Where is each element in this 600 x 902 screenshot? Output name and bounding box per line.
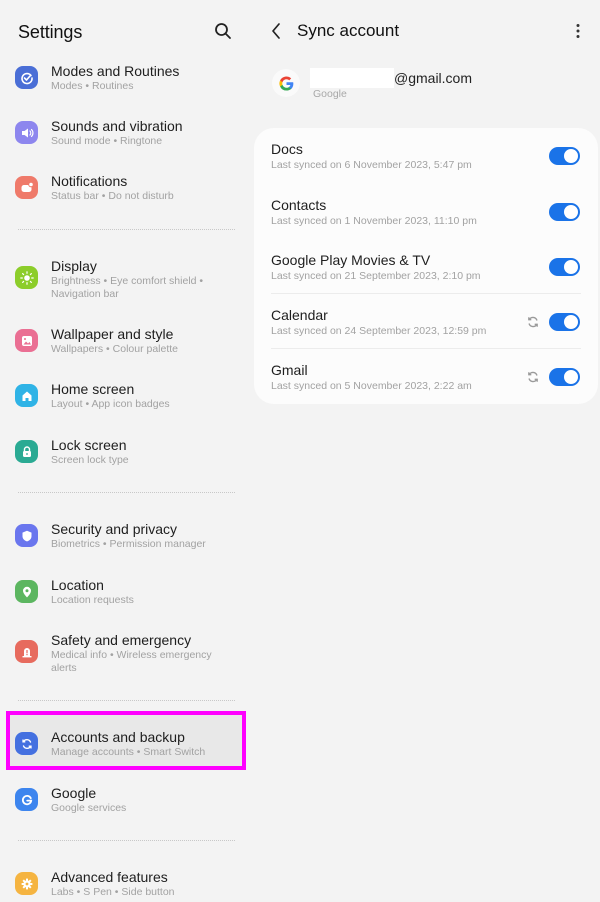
section-divider xyxy=(18,700,235,701)
account-email: @gmail.com xyxy=(394,70,473,86)
settings-header: Settings xyxy=(18,20,238,44)
settings-item-sub: Location requests xyxy=(51,594,134,606)
settings-item-sub: Status bar • Do not disturb xyxy=(51,190,174,202)
settings-item-advanced-features[interactable]: Advanced features Labs • S Pen • Side bu… xyxy=(0,866,250,902)
settings-item-label: Notifications xyxy=(51,173,128,189)
settings-item-wallpaper-and-style[interactable]: Wallpaper and style Wallpapers • Colour … xyxy=(0,323,250,363)
sync-item-name: Calendar xyxy=(271,307,328,323)
email-redaction xyxy=(310,68,394,88)
settings-item-label: Sounds and vibration xyxy=(51,118,183,134)
sync-toggle[interactable] xyxy=(549,203,580,221)
sync-now-icon[interactable] xyxy=(526,315,540,329)
sun-icon xyxy=(15,266,38,289)
sync-item-docs[interactable]: Docs Last synced on 6 November 2023, 5:4… xyxy=(254,128,598,183)
settings-item-sub: Modes • Routines xyxy=(51,80,134,92)
sync-item-last-synced: Last synced on 1 November 2023, 11:10 pm xyxy=(271,215,477,227)
settings-item-label: Home screen xyxy=(51,381,135,397)
settings-item-label: Accounts and backup xyxy=(51,729,185,745)
settings-item-lock-screen[interactable]: Lock screen Screen lock type xyxy=(0,434,250,474)
settings-item-label: Location xyxy=(51,577,104,593)
settings-item-sub: Manage accounts • Smart Switch xyxy=(51,746,206,758)
settings-item-safety-and-emergency[interactable]: Safety and emergency Medical info • Wire… xyxy=(0,629,250,677)
back-chevron-icon[interactable] xyxy=(268,20,286,42)
settings-item-display[interactable]: Display Brightness • Eye comfort shield … xyxy=(0,255,250,303)
settings-item-label: Safety and emergency xyxy=(51,632,192,648)
toggle-knob xyxy=(563,259,579,275)
sync-now-icon[interactable] xyxy=(526,370,540,384)
account-type: Google xyxy=(313,88,347,100)
home-icon xyxy=(15,384,38,407)
settings-item-notifications[interactable]: Notifications Status bar • Do not distur… xyxy=(0,170,250,210)
sync-item-calendar[interactable]: Calendar Last synced on 24 September 202… xyxy=(254,294,598,349)
settings-item-security-and-privacy[interactable]: Security and privacy Biometrics • Permis… xyxy=(0,518,250,558)
sync-item-name: Docs xyxy=(271,141,303,157)
sync-items-card: Docs Last synced on 6 November 2023, 5:4… xyxy=(254,128,598,404)
settings-item-label: Modes and Routines xyxy=(51,63,180,79)
lock-icon xyxy=(15,440,38,463)
settings-item-sub: Brightness • Eye comfort shield • Naviga… xyxy=(51,275,204,300)
sync-accounts-icon xyxy=(15,732,38,755)
settings-item-label: Security and privacy xyxy=(51,521,178,537)
sync-toggle[interactable] xyxy=(549,258,580,276)
settings-title: Settings xyxy=(18,22,83,42)
settings-item-sub: Screen lock type xyxy=(51,454,129,466)
sync-toggle[interactable] xyxy=(549,147,580,165)
settings-item-modes-and-routines[interactable]: Modes and Routines Modes • Routines xyxy=(0,60,250,100)
settings-item-location[interactable]: Location Location requests xyxy=(0,574,250,614)
settings-item-label: Advanced features xyxy=(51,869,168,885)
toggle-knob xyxy=(563,204,579,220)
settings-item-sounds-and-vibration[interactable]: Sounds and vibration Sound mode • Ringto… xyxy=(0,115,250,155)
settings-item-sub: Wallpapers • Colour palette xyxy=(51,343,179,355)
toggle-knob xyxy=(563,314,579,330)
google-g-icon xyxy=(15,788,38,811)
toggle-knob xyxy=(563,369,579,385)
more-vertical-icon[interactable] xyxy=(572,20,584,42)
notification-icon xyxy=(15,176,38,199)
sync-toggle[interactable] xyxy=(549,313,580,331)
settings-item-label: Google xyxy=(51,785,97,801)
sync-item-google-play-movies[interactable]: Google Play Movies & TV Last synced on 2… xyxy=(254,239,598,294)
settings-item-sub: Biometrics • Permission manager xyxy=(51,538,206,550)
settings-item-label: Display xyxy=(51,258,97,274)
modes-routines-icon xyxy=(15,66,38,89)
location-pin-icon xyxy=(15,580,38,603)
sync-item-last-synced: Last synced on 21 September 2023, 2:10 p… xyxy=(271,270,481,282)
sync-item-last-synced: Last synced on 5 November 2023, 2:22 am xyxy=(271,380,472,392)
sync-item-last-synced: Last synced on 24 September 2023, 12:59 … xyxy=(271,325,487,337)
search-icon[interactable] xyxy=(212,20,234,42)
settings-item-sub: Google services xyxy=(51,802,127,814)
settings-item-sub: Sound mode • Ringtone xyxy=(51,135,163,147)
settings-item-sub: Labs • S Pen • Side button xyxy=(51,886,175,898)
sync-item-name: Gmail xyxy=(271,362,308,378)
section-divider xyxy=(18,840,235,841)
settings-item-sub: Layout • App icon badges xyxy=(51,398,170,410)
section-divider xyxy=(18,229,235,230)
sync-item-gmail[interactable]: Gmail Last synced on 5 November 2023, 2:… xyxy=(254,349,598,404)
sync-item-last-synced: Last synced on 6 November 2023, 5:47 pm xyxy=(271,159,472,171)
settings-item-label: Wallpaper and style xyxy=(51,326,174,342)
page-title: Sync account xyxy=(297,21,400,40)
gear-icon xyxy=(15,872,38,895)
settings-pane: Settings Modes and Routines Modes • Rout… xyxy=(0,0,250,902)
sync-item-name: Contacts xyxy=(271,197,327,213)
settings-item-google[interactable]: Google Google services xyxy=(0,782,250,822)
account-header: @gmail.com Google xyxy=(272,66,582,106)
settings-item-accounts-and-backup[interactable]: Accounts and backup Manage accounts • Sm… xyxy=(0,726,250,766)
settings-item-sub: Medical info • Wireless emergency alerts xyxy=(51,649,212,674)
sync-item-contacts[interactable]: Contacts Last synced on 1 November 2023,… xyxy=(254,184,598,239)
wallpaper-icon xyxy=(15,329,38,352)
section-divider xyxy=(18,492,235,493)
settings-item-home-screen[interactable]: Home screen Layout • App icon badges xyxy=(0,378,250,418)
toggle-knob xyxy=(563,148,579,164)
speaker-icon xyxy=(15,121,38,144)
google-logo-icon xyxy=(272,69,300,97)
settings-item-label: Lock screen xyxy=(51,437,127,453)
sync-item-name: Google Play Movies & TV xyxy=(271,252,431,268)
emergency-icon xyxy=(15,640,38,663)
sync-account-pane: Sync account @gmail.com Google Docs Last… xyxy=(250,0,600,902)
shield-icon xyxy=(15,524,38,547)
sync-toggle[interactable] xyxy=(549,368,580,386)
